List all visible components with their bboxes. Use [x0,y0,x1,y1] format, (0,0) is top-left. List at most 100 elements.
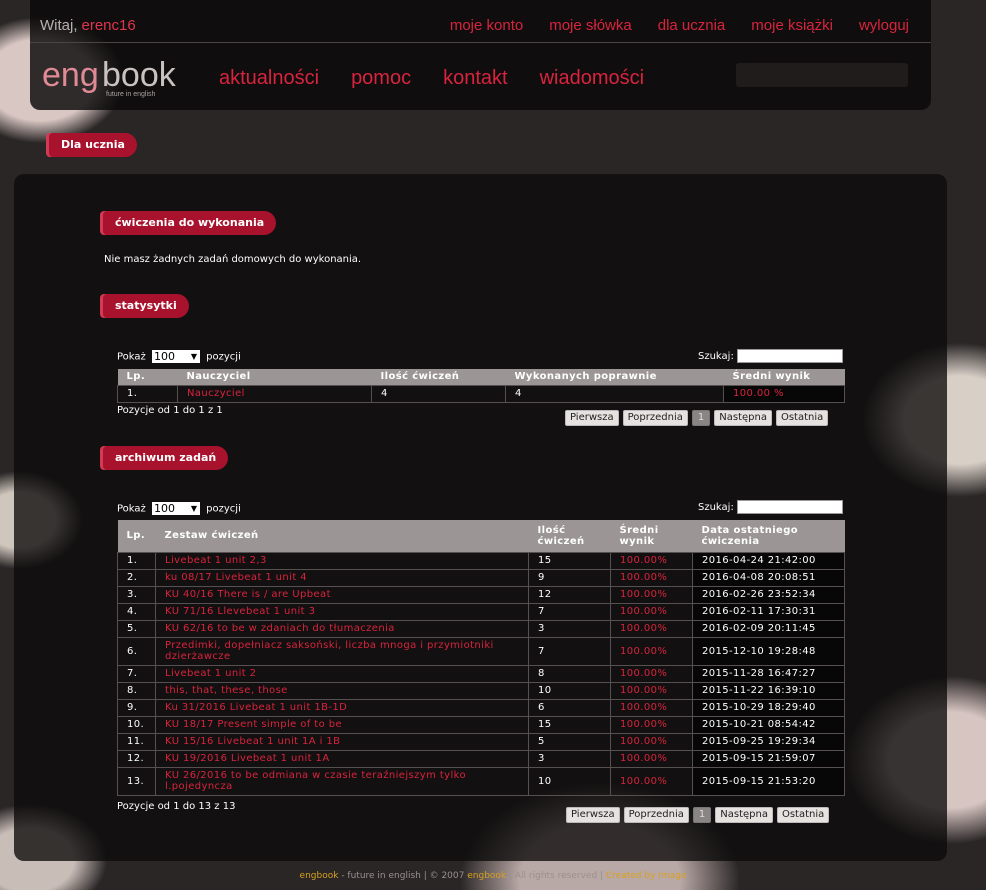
exercise-set-link[interactable]: Livebeat 1 unit 2 [155,664,529,683]
stats-search: Szukaj: [698,349,843,363]
cell-average: 100.00% [610,664,693,683]
nav-messages[interactable]: wiadomości [540,67,644,90]
cell-count: 10 [528,681,611,700]
archive-pagination: Pierwsza Poprzednia 1 Następna Ostatnia [566,807,830,823]
teacher-link[interactable]: Nauczyciel [177,384,372,403]
nav-my-account[interactable]: moje konto [450,17,523,34]
logo-book: book [102,56,177,94]
col-exercise-count[interactable]: Ilość ćwiczeń [371,369,506,385]
pager-last[interactable]: Ostatnia [775,410,829,426]
nav-contact[interactable]: kontakt [443,67,507,90]
nav-for-student[interactable]: dla ucznia [658,17,726,34]
exercise-set-link[interactable]: ku 08/17 Livebeat 1 unit 4 [155,568,529,587]
archive-header-row: Lp. Zestaw ćwiczeń Ilość ćwiczeń Średni … [117,520,845,552]
cell-average: 100.00% [610,551,693,570]
col-last-date[interactable]: Data ostatniego ćwiczenia [692,520,845,552]
cell-lp: 9. [117,698,156,717]
nav-my-words[interactable]: moje słówka [549,17,632,34]
exercise-set-link[interactable]: KU 15/16 Livebeat 1 unit 1A i 1B [155,732,529,751]
pager-next[interactable]: Następna [714,410,772,426]
footer-brand[interactable]: engbook [300,871,339,881]
exercise-set-link[interactable]: Ku 31/2016 Livebeat 1 unit 1B-1D [155,698,529,717]
col-lp[interactable]: Lp. [117,520,156,552]
table-row: 5. KU 62/16 to be w zdaniach do tłumaczen… [117,619,845,638]
exercise-set-link[interactable]: Przedimki, dopełniacz saksoński, liczba … [155,636,529,666]
footer-credit[interactable]: Created by Imago [606,871,687,881]
username-link[interactable]: erenc16 [82,17,136,34]
col-exercise-count[interactable]: Ilość ćwiczeń [528,520,611,552]
exercise-set-link[interactable]: KU 40/16 There is / are Upbeat [155,585,529,604]
exercise-set-link[interactable]: KU 26/2016 to be odmiana w czasie teraźn… [155,766,529,796]
archive-search-label: Szukaj: [698,502,734,513]
cell-count: 3 [528,749,611,768]
cell-average: 100.00% [610,715,693,734]
footer-brand-2[interactable]: engbook [467,871,506,881]
stats-length-control: Pokaż 100 ▼ pozycji [117,350,241,363]
archive-page-size-select[interactable]: 100 ▼ [151,502,200,515]
col-average[interactable]: Średni wynik [723,369,845,385]
nav-help[interactable]: pomoc [351,67,411,90]
stats-table: Lp. Nauczyciel Ilość ćwiczeń Wykonanych … [117,369,845,403]
cell-count: 6 [528,698,611,717]
engbook-logo[interactable]: eng book future in english [42,56,187,100]
archive-search-input[interactable] [736,500,843,514]
table-row: 13. KU 26/2016 to be odmiana w czasie ter… [117,766,845,796]
welcome-text: Witaj, erenc16 [40,17,136,34]
table-row: 1. Nauczyciel 4 4 100.00 % [117,384,845,403]
col-correct[interactable]: Wykonanych poprawnie [505,369,724,385]
table-row: 12. KU 19/2016 Livebeat 1 unit 1A 3 100.00%… [117,749,845,768]
exercise-set-link[interactable]: Livebeat 1 unit 2,3 [155,551,529,570]
table-row: 4. KU 71/16 Llevebeat 1 unit 3 7 100.00% 201… [117,602,845,621]
col-lp[interactable]: Lp. [117,369,178,385]
cell-lp: 13. [117,766,156,796]
section-title-archive: archiwum zadań [103,446,229,470]
cell-average: 100.00% [610,636,693,666]
cell-count: 8 [528,664,611,683]
cell-count: 7 [528,602,611,621]
pager-first[interactable]: Pierwsza [565,410,619,426]
nav-logout[interactable]: wyloguj [859,17,909,34]
cell-date: 2016-04-08 20:08:51 [692,568,845,587]
cell-date: 2015-11-22 16:39:10 [692,681,845,700]
cell-lp: 10. [117,715,156,734]
nav-news[interactable]: aktualności [219,67,319,90]
stats-info: Pozycje od 1 do 1 z 1 [117,405,223,416]
stats-search-input[interactable] [736,349,843,363]
logo-tagline: future in english [106,91,156,98]
col-exercise-set[interactable]: Zestaw ćwiczeń [155,520,529,552]
table-row: 11. KU 15/16 Livebeat 1 unit 1A i 1B 5 100.… [117,732,845,751]
archive-info: Pozycje od 1 do 13 z 13 [117,801,236,812]
header-search-box[interactable] [736,63,908,87]
cell-date: 2015-10-21 08:54:42 [692,715,845,734]
cell-count: 15 [528,715,611,734]
archive-page-size-value: 100 [153,502,175,515]
pager-previous[interactable]: Poprzednia [623,807,689,823]
stats-page-size-select[interactable]: 100 ▼ [151,350,200,363]
exercise-set-link[interactable]: KU 71/16 Llevebeat 1 unit 3 [155,602,529,621]
cell-lp: 1. [117,384,178,403]
pager-page-1[interactable]: 1 [692,807,712,823]
stats-page-size-value: 100 [153,350,175,363]
stats-pagination: Pierwsza Poprzednia 1 Następna Ostatnia [565,410,829,426]
exercise-set-link[interactable]: KU 18/17 Present simple of to be [155,715,529,734]
stats-show-suffix: pozycji [206,351,241,363]
exercise-set-link[interactable]: this, that, these, those [155,681,529,700]
cell-count: 7 [528,636,611,666]
col-average[interactable]: Średni wynik [610,520,693,552]
cell-average: 100.00% [610,698,693,717]
footer-rights: | All rights reserved | [506,871,606,881]
pager-page-1[interactable]: 1 [691,410,711,426]
cell-lp: 11. [117,732,156,751]
col-teacher[interactable]: Nauczyciel [177,369,372,385]
logo-eng: eng [42,56,99,94]
pager-previous[interactable]: Poprzednia [622,410,688,426]
nav-my-books[interactable]: moje książki [751,17,833,34]
table-row: 9. Ku 31/2016 Livebeat 1 unit 1B-1D 6 100.0… [117,698,845,717]
cell-count: 5 [528,732,611,751]
table-row: 10. KU 18/17 Present simple of to be 15 100… [117,715,845,734]
exercise-set-link[interactable]: KU 19/2016 Livebeat 1 unit 1A [155,749,529,768]
pager-first[interactable]: Pierwsza [566,807,620,823]
pager-last[interactable]: Ostatnia [776,807,830,823]
pager-next[interactable]: Następna [715,807,773,823]
exercise-set-link[interactable]: KU 62/16 to be w zdaniach do tłumaczenia [155,619,529,638]
